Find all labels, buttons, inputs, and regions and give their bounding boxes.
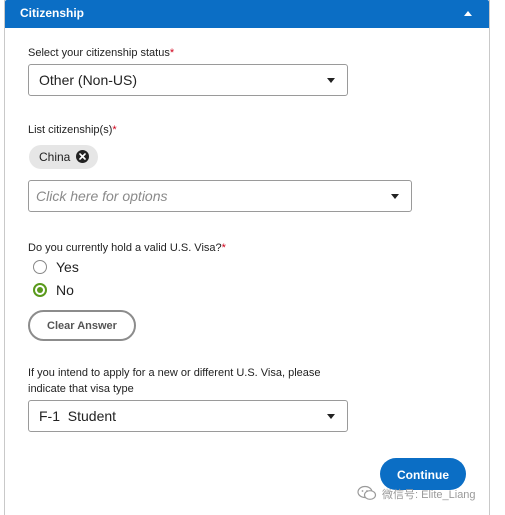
chevron-down-icon [327,78,335,83]
citizenship-status-select[interactable]: Other (Non-US) [28,64,348,96]
close-icon [79,153,86,160]
citizenship-status-value: Other (Non-US) [39,72,138,88]
citizenship-panel: Citizenship Select your citizenship stat… [4,0,490,515]
watermark: 微信号: Elite_Liang [357,485,503,503]
required-mark: * [112,124,117,136]
wechat-icon [357,485,377,500]
visa-type-label-line2: indicate that visa type [28,383,134,395]
visa-type-label-line1: If you intend to apply for a new or diff… [28,367,321,379]
required-mark: * [221,242,226,254]
collapse-caret-icon[interactable] [464,11,472,16]
visa-type-value: F-1 Student [39,408,117,424]
radio-label-no: No [56,282,74,298]
visa-question-label-text: Do you currently hold a valid U.S. Visa? [28,242,222,254]
citizenships-placeholder: Click here for options [36,188,168,204]
radio-button-yes[interactable] [33,260,47,274]
chip-label: China [39,150,71,164]
citizenship-status-label: Select your citizenship status* [28,45,174,61]
clear-answer-button[interactable]: Clear Answer [28,310,136,341]
radio-button-no[interactable] [33,283,47,297]
citizenship-status-label-text: Select your citizenship status [28,47,170,59]
watermark-text: 微信号: Elite_Liang [382,489,476,501]
required-mark: * [169,47,175,59]
citizenships-label: List citizenship(s)* [28,122,117,138]
remove-chip-icon[interactable] [76,150,89,163]
chevron-down-icon [391,194,399,199]
section-title: Citizenship [20,6,85,20]
citizenships-label-text: List citizenship(s) [28,124,113,136]
visa-question-label: Do you currently hold a valid U.S. Visa?… [28,240,226,256]
radio-label-yes: Yes [56,259,79,275]
citizenships-options-select[interactable]: Click here for options [28,180,412,212]
visa-type-select[interactable]: F-1 Student [28,400,348,432]
citizenship-chip: China [29,145,98,169]
chevron-down-icon [327,414,335,419]
section-header[interactable]: Citizenship [5,0,489,28]
